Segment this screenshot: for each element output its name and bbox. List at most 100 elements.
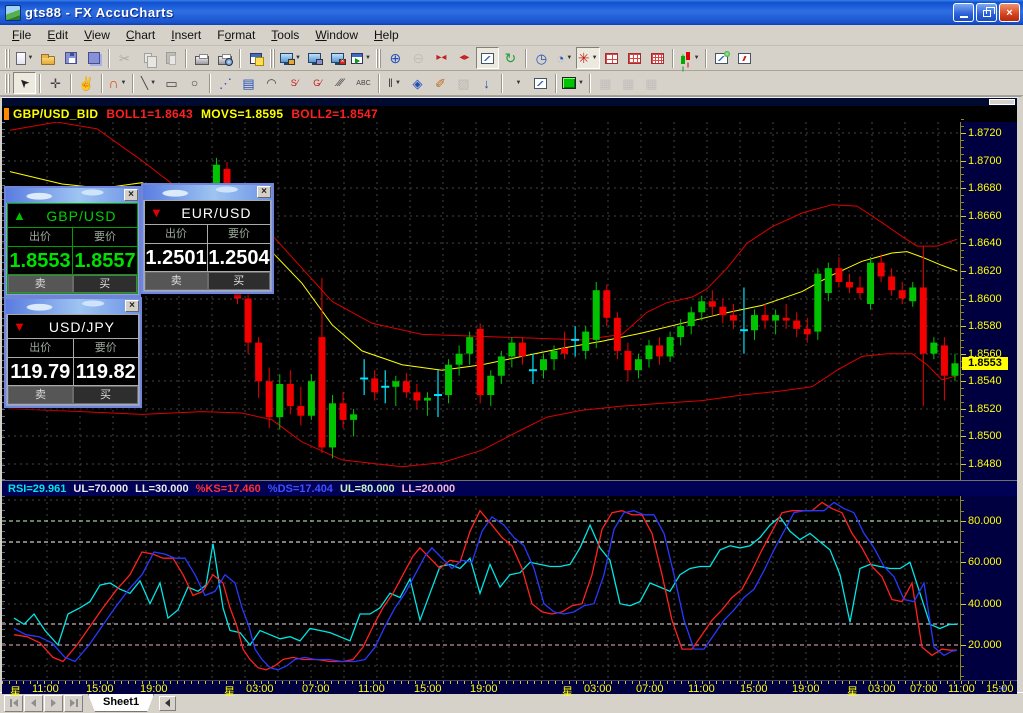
new-document-button[interactable]: ▼ — [13, 47, 36, 69]
menu-edit[interactable]: Edit — [39, 26, 76, 44]
text-label-button[interactable]: ABC — [352, 72, 375, 94]
menu-insert[interactable]: Insert — [163, 26, 209, 44]
last-sheet-button[interactable] — [64, 695, 83, 712]
pointer-tool-button[interactable]: ➤ — [13, 72, 36, 94]
grid-coarse-button[interactable] — [600, 47, 623, 69]
menu-help[interactable]: Help — [366, 26, 407, 44]
close-icon[interactable]: × — [125, 300, 139, 312]
menu-format[interactable]: Format — [209, 26, 263, 44]
quote-title-bar[interactable]: × — [6, 188, 139, 203]
menu-view[interactable]: View — [76, 26, 118, 44]
insert-indicator-button[interactable] — [710, 47, 733, 69]
fibonacci-arcs-button[interactable]: ◠ — [260, 72, 283, 94]
period-wheel-button[interactable]: ✳▼ — [576, 47, 600, 69]
dropdown-arrow-icon[interactable]: ▼ — [295, 55, 301, 61]
chart-style-candle-button[interactable]: ▼ — [677, 47, 702, 69]
dropdown-arrow-icon[interactable]: ▼ — [694, 55, 700, 61]
parallel-lines-button[interactable]: ⁄⁄⁄ — [329, 72, 352, 94]
rectangle-tool-button[interactable]: ▭ — [160, 72, 183, 94]
minimize-button[interactable] — [953, 3, 974, 22]
zoom-in-button[interactable]: ⊕ — [384, 47, 407, 69]
scrollbar-thumb[interactable] — [989, 99, 1015, 105]
export-window-button[interactable]: ▼ — [349, 47, 373, 69]
dropdown-arrow-icon[interactable]: ▼ — [395, 80, 401, 86]
regression-channel-button[interactable]: ◈ — [406, 72, 429, 94]
print-button[interactable] — [190, 47, 213, 69]
fibonacci-retracement-button[interactable]: ▤ — [237, 72, 260, 94]
marker-style-button[interactable]: ▼ — [506, 72, 529, 94]
title-bar[interactable]: gts88 - FX AccuCharts × — [0, 0, 1023, 25]
close-icon[interactable]: × — [124, 189, 138, 201]
app-icon — [5, 5, 21, 21]
sell-button[interactable]: 卖 — [8, 275, 73, 293]
quote-window-gbpusd[interactable]: × ▲ GBP/USD 出价 要价 1.8553 1.8557 卖 买 — [4, 186, 141, 297]
indicator-editor-button[interactable] — [733, 47, 756, 69]
expand-bars-button[interactable]: ◂▸ — [453, 47, 476, 69]
toolbar-grip[interactable] — [5, 74, 10, 93]
candlestick-chart[interactable] — [2, 122, 962, 480]
menu-window[interactable]: Window — [307, 26, 366, 44]
dropdown-arrow-icon[interactable]: ▼ — [150, 80, 156, 86]
ellipse-tool-button[interactable]: ○ — [183, 72, 206, 94]
cycle-lines-button[interactable]: ‖▼ — [383, 72, 406, 94]
next-sheet-button[interactable] — [44, 695, 63, 712]
quote-window-usdjpy[interactable]: × ▼ USD/JPY 出价 要价 119.79 119.82 卖 买 — [4, 297, 142, 408]
new-workspace-button[interactable] — [244, 47, 267, 69]
oscillator-chart[interactable] — [2, 496, 962, 680]
grid-medium-button[interactable] — [623, 47, 646, 69]
close-button[interactable]: × — [999, 3, 1020, 22]
close-icon[interactable]: × — [257, 186, 271, 198]
time-frame-button[interactable]: ◔▼ — [553, 47, 576, 69]
sheet-scroll-left-button[interactable] — [159, 696, 176, 711]
grid-fine-button[interactable] — [646, 47, 669, 69]
sell-button[interactable]: 卖 — [8, 386, 73, 404]
restore-button[interactable] — [976, 3, 997, 22]
buy-button[interactable]: 买 — [208, 272, 271, 290]
menu-chart[interactable]: Chart — [118, 26, 163, 44]
buy-button[interactable]: 买 — [73, 386, 138, 404]
dropdown-arrow-icon[interactable]: ▼ — [365, 55, 371, 61]
menu-tools[interactable]: Tools — [263, 26, 307, 44]
fibonacci-fan-button[interactable]: ⋰ — [214, 72, 237, 94]
dropdown-arrow-icon[interactable]: ▼ — [28, 55, 34, 61]
sell-button[interactable]: 卖 — [145, 272, 208, 290]
magnet-snap-button[interactable]: ∩▼ — [106, 72, 129, 94]
open-remote-button[interactable]: ▼ — [278, 47, 303, 69]
quote-title-bar[interactable]: × — [6, 299, 140, 314]
chart-window-button[interactable] — [476, 47, 499, 69]
toolbar-grip[interactable] — [270, 49, 275, 68]
menu-file[interactable]: File — [4, 26, 39, 44]
speed-resistance-lines-button[interactable]: S⁄ — [283, 72, 306, 94]
dropdown-arrow-icon[interactable]: ▼ — [578, 80, 584, 86]
trend-indicator-button[interactable] — [529, 72, 552, 94]
toolbar-separator — [672, 49, 674, 68]
quote-title-bar[interactable]: × — [143, 185, 272, 200]
save-button[interactable] — [59, 47, 82, 69]
dropdown-arrow-icon[interactable]: ▼ — [121, 80, 127, 86]
quote-window-eurusd[interactable]: × ▼ EUR/USD 出价 要价 1.2501 1.2504 卖 买 — [141, 183, 274, 294]
refresh-data-button[interactable]: ↻ — [499, 47, 522, 69]
gann-fan-button[interactable]: G⁄ — [306, 72, 329, 94]
buy-button[interactable]: 买 — [73, 275, 138, 293]
crosshair-tool-button[interactable]: ✛ — [44, 72, 67, 94]
dropdown-arrow-icon[interactable]: ▼ — [516, 80, 522, 86]
previous-sheet-button[interactable] — [24, 695, 43, 712]
dropdown-arrow-icon[interactable]: ▼ — [566, 55, 572, 61]
dropdown-arrow-icon[interactable]: ▼ — [592, 55, 598, 61]
trend-line-button[interactable]: ╲▼ — [137, 72, 160, 94]
open-file-button[interactable] — [36, 47, 59, 69]
save-all-button[interactable] — [82, 47, 105, 69]
line-color-button[interactable]: ▼ — [560, 72, 586, 94]
print-preview-button[interactable] — [213, 47, 236, 69]
toolbar-grip[interactable] — [376, 49, 381, 68]
arrow-marker-button[interactable]: ↓ — [475, 72, 498, 94]
hand-tool-button[interactable]: ✌ — [75, 72, 98, 94]
eraser-tool-button[interactable]: ✐ — [429, 72, 452, 94]
save-remote-button[interactable] — [303, 47, 326, 69]
sheet-tab[interactable]: Sheet1 — [88, 694, 154, 712]
toolbar-grip[interactable] — [5, 49, 10, 68]
compress-bars-button[interactable]: ▸◂ — [430, 47, 453, 69]
realtime-clock-button[interactable]: ◷ — [530, 47, 553, 69]
chart-top-scrollbar[interactable] — [2, 98, 1017, 106]
close-connection-button[interactable]: × — [326, 47, 349, 69]
